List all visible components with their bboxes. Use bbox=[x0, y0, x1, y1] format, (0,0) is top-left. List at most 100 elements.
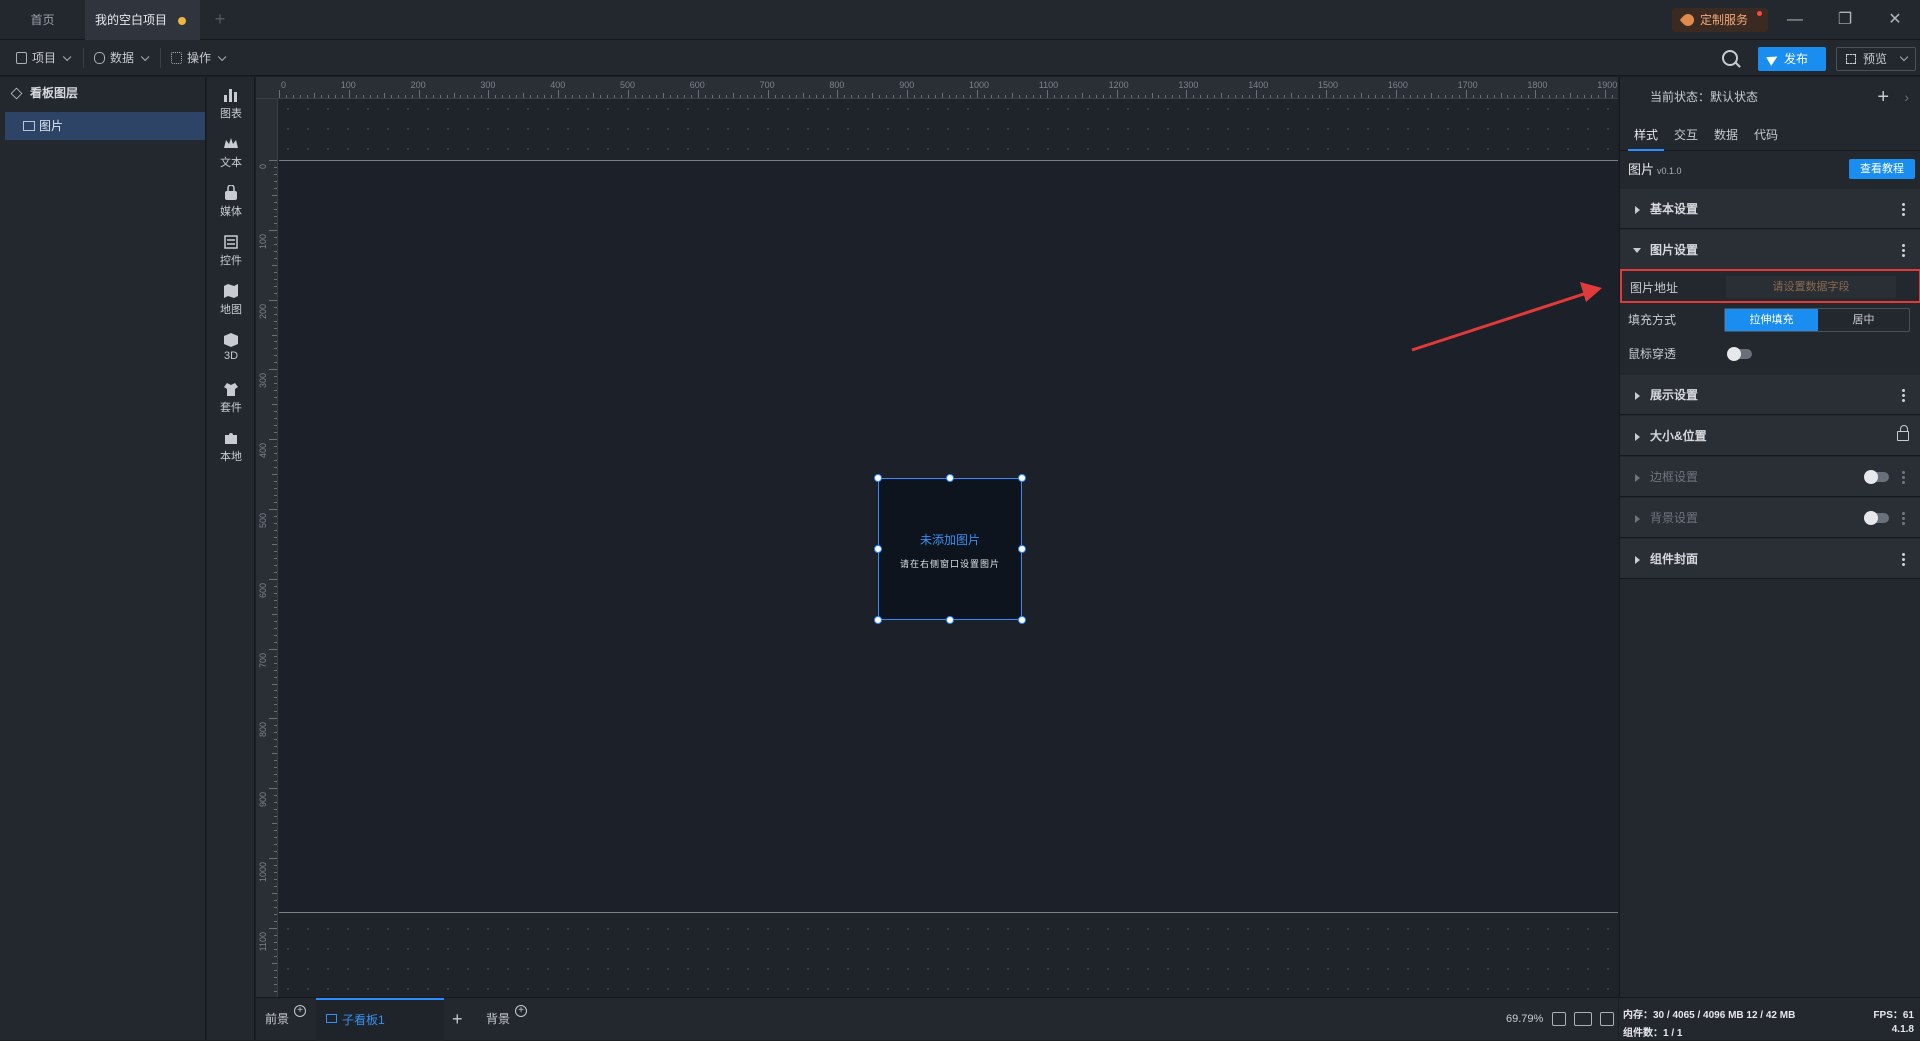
fill-center-option[interactable]: 居中 bbox=[1818, 309, 1909, 331]
tool-local[interactable]: 本地 bbox=[207, 424, 255, 470]
section-size-position[interactable]: 大小&位置 bbox=[1620, 416, 1920, 456]
ruler-tick bbox=[523, 93, 525, 98]
ruler-tick bbox=[274, 502, 277, 504]
tab-code[interactable]: 代码 bbox=[1754, 121, 1778, 151]
lock-icon[interactable] bbox=[1897, 425, 1909, 441]
more-icon[interactable] bbox=[1902, 202, 1905, 216]
tool-chart[interactable]: 图表 bbox=[207, 81, 255, 127]
ruler-tick bbox=[537, 95, 539, 98]
state-selector[interactable]: 当前状态：默认状态 + › bbox=[1620, 77, 1920, 117]
section-display[interactable]: 展示设置 bbox=[1620, 375, 1920, 415]
image-url-field[interactable]: 请设置数据字段 bbox=[1726, 276, 1896, 298]
minimize-icon[interactable]: — bbox=[1780, 8, 1810, 32]
keyboard-icon[interactable] bbox=[1574, 1012, 1592, 1026]
ruler-tick bbox=[376, 95, 378, 98]
zoom-level[interactable]: 69.79% bbox=[1506, 998, 1543, 1041]
more-icon[interactable] bbox=[1902, 243, 1905, 257]
ruler-tick bbox=[397, 95, 399, 98]
ruler-left[interactable]: 0100200300400500600700800900100011001200 bbox=[256, 99, 278, 997]
ruler-top[interactable]: 0 100 200 300 400 500 600 700 800 900 1000 1100 1200… bbox=[256, 77, 1618, 99]
search-icon[interactable] bbox=[1722, 50, 1738, 66]
ruler-tick bbox=[274, 278, 277, 280]
tab-data[interactable]: 数据 bbox=[1714, 121, 1738, 151]
add-foreground-icon[interactable]: + bbox=[294, 1005, 306, 1017]
ruler-tick bbox=[274, 802, 277, 804]
ruler-tick bbox=[411, 95, 413, 98]
ruler-tick bbox=[907, 90, 909, 98]
resize-handle-w[interactable] bbox=[874, 545, 882, 553]
fit-screen-icon[interactable] bbox=[1552, 1012, 1566, 1026]
layers-title: 看板图层 bbox=[30, 86, 79, 100]
canvas-area[interactable]: 0 100 200 300 400 500 600 700 800 900 1000 1100 1200… bbox=[256, 77, 1618, 997]
tool-3d[interactable]: 3D bbox=[207, 326, 255, 372]
restore-icon[interactable]: ❐ bbox=[1830, 8, 1860, 32]
tutorial-button[interactable]: 查看教程 bbox=[1849, 159, 1915, 179]
resize-handle-sw[interactable] bbox=[874, 616, 882, 624]
image-widget[interactable]: 未添加图片 请在右侧窗口设置图片 bbox=[874, 474, 1026, 624]
ruler-tick bbox=[274, 383, 277, 385]
ruler-tick bbox=[272, 892, 277, 894]
custom-service-button[interactable]: 定制服务 bbox=[1672, 8, 1768, 32]
section-cover[interactable]: 组件封面 bbox=[1620, 539, 1920, 579]
mouse-through-toggle[interactable] bbox=[1727, 347, 1752, 361]
preview-button[interactable]: 预览 bbox=[1836, 47, 1916, 71]
add-tab-icon[interactable]: + bbox=[210, 9, 230, 29]
section-border[interactable]: 边框设置 bbox=[1620, 457, 1920, 497]
data-menu[interactable]: 数据 bbox=[90, 40, 150, 76]
more-icon[interactable] bbox=[1902, 511, 1905, 525]
more-icon[interactable] bbox=[1902, 388, 1905, 402]
resize-handle-e[interactable] bbox=[1018, 545, 1026, 553]
ruler-tick bbox=[269, 160, 277, 161]
section-image[interactable]: 图片设置 bbox=[1620, 230, 1920, 270]
divider bbox=[160, 48, 161, 68]
ruler-tick bbox=[274, 355, 277, 357]
resize-handle-n[interactable] bbox=[946, 474, 954, 482]
fill-stretch-option[interactable]: 拉伸填充 bbox=[1725, 309, 1818, 331]
tab-home[interactable]: 首页 bbox=[0, 0, 85, 40]
resize-handle-se[interactable] bbox=[1018, 616, 1026, 624]
ruler-tick bbox=[1018, 95, 1020, 98]
tool-text[interactable]: 文本 bbox=[207, 130, 255, 176]
tab-project[interactable]: 我的空白项目 bbox=[85, 0, 200, 40]
ruler-tick bbox=[274, 955, 277, 957]
subboard-tab[interactable]: 子看板1 bbox=[316, 998, 444, 1041]
send-icon bbox=[1766, 52, 1780, 66]
section-basic[interactable]: 基本设置 bbox=[1620, 189, 1920, 229]
terminal-icon[interactable] bbox=[1600, 1012, 1614, 1026]
tab-interaction[interactable]: 交互 bbox=[1674, 121, 1698, 151]
section-background[interactable]: 背景设置 bbox=[1620, 498, 1920, 538]
operate-menu[interactable]: 操作 bbox=[167, 40, 227, 76]
tool-media[interactable]: 媒体 bbox=[207, 179, 255, 225]
ruler-tick bbox=[274, 627, 277, 629]
background-tab[interactable]: 背景 bbox=[486, 998, 510, 1041]
add-state-icon[interactable]: + bbox=[1877, 77, 1889, 117]
background-toggle[interactable] bbox=[1864, 511, 1889, 525]
tool-map[interactable]: 地图 bbox=[207, 277, 255, 323]
resize-handle-ne[interactable] bbox=[1018, 474, 1026, 482]
bar-chart-icon bbox=[223, 87, 239, 103]
project-menu[interactable]: 项目 bbox=[12, 40, 72, 76]
more-icon[interactable] bbox=[1902, 470, 1905, 484]
ruler-tick bbox=[481, 95, 483, 98]
ruler-tick bbox=[1207, 95, 1209, 98]
layer-item-image[interactable]: 图片 bbox=[5, 112, 205, 140]
tab-style[interactable]: 样式 bbox=[1628, 121, 1665, 151]
database-icon bbox=[94, 52, 105, 64]
foreground-tab[interactable]: 前景 bbox=[265, 998, 289, 1041]
chevron-right-icon[interactable]: › bbox=[1904, 77, 1909, 117]
resize-handle-s[interactable] bbox=[946, 616, 954, 624]
ruler-tick bbox=[886, 95, 888, 98]
resize-handle-nw[interactable] bbox=[874, 474, 882, 482]
add-background-icon[interactable]: + bbox=[515, 1005, 527, 1017]
tool-kit[interactable]: 套件 bbox=[207, 375, 255, 421]
close-icon[interactable]: ✕ bbox=[1880, 8, 1910, 32]
ruler-tick bbox=[983, 95, 985, 98]
ruler-tick bbox=[739, 95, 741, 98]
add-subboard-icon[interactable]: + bbox=[452, 998, 463, 1041]
ruler-tick bbox=[579, 95, 581, 98]
tool-control[interactable]: 控件 bbox=[207, 228, 255, 274]
media-icon bbox=[223, 184, 239, 201]
publish-button[interactable]: 发布 bbox=[1758, 47, 1826, 71]
border-toggle[interactable] bbox=[1864, 470, 1889, 484]
more-icon[interactable] bbox=[1902, 552, 1905, 566]
